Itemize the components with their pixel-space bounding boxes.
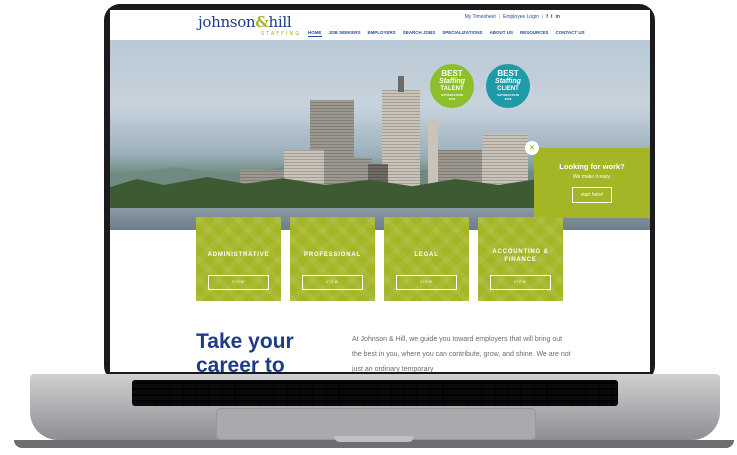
logo-word-hill: hill bbox=[268, 13, 292, 31]
badge-year: 2019 bbox=[448, 97, 456, 101]
best-of-staffing-talent-badge: BEST Staffing TALENT SATISFACTION 2019 bbox=[430, 64, 474, 108]
utility-separator: | bbox=[498, 14, 501, 20]
tile-view-button[interactable]: VIEW bbox=[208, 275, 269, 290]
badge-best: BEST bbox=[497, 69, 519, 78]
close-icon[interactable]: × bbox=[525, 141, 539, 155]
looking-for-work-panel: Looking for work? We make it easy. start… bbox=[534, 148, 650, 218]
start-here-button[interactable]: start here! bbox=[571, 187, 613, 203]
tile-legal[interactable]: LEGAL VIEW bbox=[384, 217, 469, 301]
badge-staffing: Staffing bbox=[495, 78, 521, 85]
nav-home[interactable]: HOME bbox=[308, 30, 322, 37]
badge-year: 2019 bbox=[504, 97, 512, 101]
logo-text: johnson&hill bbox=[198, 13, 292, 31]
laptop-keyboard bbox=[132, 380, 618, 406]
tile-administrative[interactable]: ADMINISTRATIVE VIEW bbox=[196, 217, 281, 301]
site-logo[interactable]: johnson&hill STAFFING bbox=[198, 12, 302, 38]
my-timesheet-link[interactable]: My Timesheet bbox=[465, 14, 496, 20]
linkedin-icon[interactable]: in bbox=[556, 14, 560, 20]
nav-search-jobs[interactable]: SEARCH JOBS bbox=[403, 30, 436, 37]
hero-city-image: BEST Staffing TALENT SATISFACTION 2019 B… bbox=[110, 40, 650, 230]
badge-label: CLIENT bbox=[497, 86, 519, 92]
headline-line-1: Take your bbox=[196, 330, 294, 353]
logo-word-johnson: johnson bbox=[198, 13, 256, 31]
main-nav: HOME JOB SEEKERS EMPLOYERS SEARCH JOBS S… bbox=[308, 30, 585, 37]
tile-label: ADMINISTRATIVE bbox=[207, 252, 270, 258]
nav-resources[interactable]: RESOURCES bbox=[520, 30, 549, 37]
utility-links: My Timesheet | Employee Login | f t in bbox=[465, 14, 560, 20]
tile-label: ACCOUNTING & FINANCE bbox=[492, 249, 549, 263]
tile-label: PROFESSIONAL bbox=[304, 252, 361, 258]
nav-specializations[interactable]: SPECIALIZATIONS bbox=[442, 30, 482, 37]
nav-contact-us[interactable]: CONTACT US bbox=[555, 30, 584, 37]
tile-view-button[interactable]: VIEW bbox=[302, 275, 363, 290]
headline-line-2: career to bbox=[196, 354, 285, 372]
site-header: johnson&hill STAFFING My Timesheet | Emp… bbox=[110, 10, 650, 40]
tile-view-button[interactable]: VIEW bbox=[396, 275, 457, 290]
badge-best: BEST bbox=[441, 69, 463, 78]
cta-subtitle: We make it easy. bbox=[573, 174, 611, 180]
logo-subtitle: STAFFING bbox=[261, 31, 302, 37]
badge-label: TALENT bbox=[440, 86, 464, 92]
intro-paragraph: At Johnson & Hill, we guide you toward e… bbox=[352, 336, 571, 372]
employee-login-link[interactable]: Employee Login bbox=[503, 14, 539, 20]
tile-professional[interactable]: PROFESSIONAL VIEW bbox=[290, 217, 375, 301]
nav-about-us[interactable]: ABOUT US bbox=[489, 30, 513, 37]
tile-view-button[interactable]: VIEW bbox=[490, 275, 551, 290]
hero-tower bbox=[428, 120, 438, 190]
page-headline: Take your career to bbox=[196, 330, 294, 372]
best-of-staffing-client-badge: BEST Staffing CLIENT SATISFACTION 2019 bbox=[486, 64, 530, 108]
badge-staffing: Staffing bbox=[439, 78, 465, 85]
twitter-icon[interactable]: t bbox=[551, 14, 553, 20]
cta-title: Looking for work? bbox=[559, 162, 625, 171]
laptop-notch bbox=[334, 436, 414, 442]
nav-job-seekers[interactable]: JOB SEEKERS bbox=[329, 30, 361, 37]
utility-separator: | bbox=[541, 14, 544, 20]
logo-ampersand: & bbox=[255, 13, 269, 31]
website-screen: johnson&hill STAFFING My Timesheet | Emp… bbox=[110, 10, 650, 372]
laptop-base bbox=[30, 374, 720, 440]
nav-employers[interactable]: EMPLOYERS bbox=[368, 30, 396, 37]
facebook-icon[interactable]: f bbox=[546, 14, 548, 20]
tile-label: LEGAL bbox=[414, 252, 439, 258]
tile-accounting-finance[interactable]: ACCOUNTING & FINANCE VIEW bbox=[478, 217, 563, 301]
hero-spire bbox=[398, 76, 404, 92]
